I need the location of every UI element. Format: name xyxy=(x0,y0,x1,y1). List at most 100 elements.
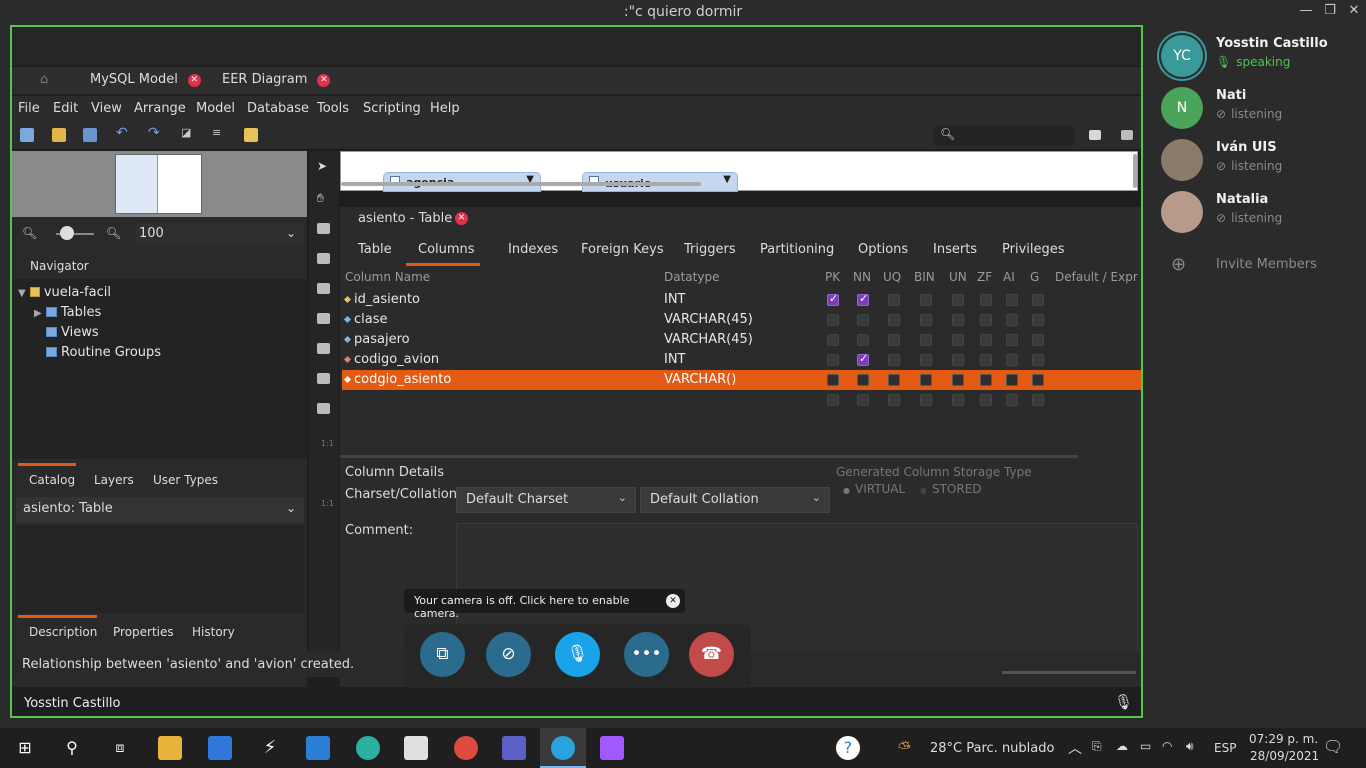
flag-checkbox[interactable] xyxy=(827,394,839,406)
flag-checkbox[interactable] xyxy=(888,314,900,326)
column-name-cell[interactable]: codgio_asiento xyxy=(354,372,451,387)
menu-view[interactable]: View xyxy=(91,101,122,116)
tab-catalog[interactable]: Catalog xyxy=(29,473,75,487)
camera-tooltip[interactable]: Your camera is off. Click here to enable… xyxy=(404,589,685,620)
weather-text[interactable]: 28°C Parc. nublado xyxy=(930,741,1054,756)
flag-checkbox[interactable] xyxy=(1006,334,1018,346)
tab-eer-diagram[interactable]: EER Diagram ✕ xyxy=(222,72,331,92)
flag-checkbox[interactable] xyxy=(952,314,964,326)
teams-icon[interactable] xyxy=(502,736,526,760)
vertical-scrollbar[interactable] xyxy=(1133,154,1137,188)
column-name-cell[interactable]: id_asiento xyxy=(354,292,420,307)
hangup-button[interactable]: ☎︎ xyxy=(689,632,734,677)
flag-checkbox[interactable] xyxy=(1032,394,1044,406)
column-name-cell[interactable]: clase xyxy=(354,312,388,327)
undo-icon[interactable]: ↶ xyxy=(116,125,130,141)
relationship-1-1-icon[interactable]: 1:1 xyxy=(321,439,334,448)
editor-tab-title[interactable]: asiento - Table xyxy=(358,211,452,226)
flag-checkbox[interactable] xyxy=(980,314,992,326)
file-explorer-icon[interactable] xyxy=(158,736,182,760)
description-area[interactable] xyxy=(16,525,304,613)
flag-checkbox[interactable] xyxy=(1032,314,1044,326)
flag-checkbox[interactable] xyxy=(857,334,869,346)
flag-checkbox[interactable] xyxy=(920,354,932,366)
header-bin[interactable]: BIN xyxy=(914,270,935,284)
hand-icon[interactable]: ✋︎ xyxy=(317,191,330,206)
flag-checkbox[interactable] xyxy=(920,294,932,306)
menu-help[interactable]: Help xyxy=(430,101,460,116)
table-icon[interactable] xyxy=(317,343,330,354)
align-icon[interactable]: ≡ xyxy=(212,126,226,140)
datatype-cell[interactable]: INT xyxy=(664,352,686,367)
subtab-columns[interactable]: Columns xyxy=(418,242,475,257)
flag-checkbox[interactable] xyxy=(980,354,992,366)
table-row[interactable]: pasajero VARCHAR(45) xyxy=(342,330,1141,350)
chevron-down-icon[interactable]: ▼ xyxy=(723,174,731,185)
flag-checkbox[interactable] xyxy=(857,292,869,306)
flag-checkbox[interactable] xyxy=(980,394,992,406)
new-model-icon[interactable] xyxy=(20,128,34,142)
header-default[interactable]: Default / Expr xyxy=(1055,270,1138,284)
eraser-icon[interactable] xyxy=(317,223,330,234)
wifi-icon[interactable]: ◠ xyxy=(1162,739,1172,753)
member-item[interactable]: N Nati ⊘ listening xyxy=(1161,87,1351,133)
flag-checkbox[interactable] xyxy=(920,314,932,326)
flag-checkbox[interactable] xyxy=(1006,314,1018,326)
minimap-viewport[interactable] xyxy=(116,155,158,213)
save-icon[interactable] xyxy=(83,128,97,142)
tree-schema[interactable]: ▼ vuela-facil xyxy=(18,285,111,300)
flag-checkbox[interactable] xyxy=(1006,394,1018,406)
header-ai[interactable]: AI xyxy=(1003,270,1015,284)
datatype-cell[interactable]: VARCHAR(45) xyxy=(664,312,753,327)
flag-checkbox[interactable] xyxy=(1032,294,1044,306)
table-row[interactable] xyxy=(342,390,1141,410)
invite-members-button[interactable]: Invite Members xyxy=(1216,257,1317,272)
bolt-app-icon[interactable]: ⚡︎ xyxy=(258,736,282,760)
tab-history[interactable]: History xyxy=(192,625,235,639)
tree-item-views[interactable]: Views xyxy=(46,325,99,340)
pointer-icon[interactable]: ➤ xyxy=(317,159,330,173)
table-row[interactable]: codigo_avion INT xyxy=(342,350,1141,370)
subtab-table[interactable]: Table xyxy=(358,242,392,257)
task-view-icon[interactable]: ⧈ xyxy=(108,736,132,760)
help-icon[interactable]: ? xyxy=(836,736,860,760)
menu-edit[interactable]: Edit xyxy=(53,101,78,116)
note-icon[interactable] xyxy=(317,283,330,294)
flag-checkbox[interactable] xyxy=(1032,334,1044,346)
flag-checkbox[interactable] xyxy=(980,374,992,386)
table-row[interactable]: clase VARCHAR(45) xyxy=(342,310,1141,330)
close-icon[interactable]: ✕ xyxy=(666,594,680,608)
battery-icon[interactable]: ▭ xyxy=(1140,739,1151,753)
radio-virtual[interactable]: ● VIRTUAL xyxy=(843,482,905,496)
edge-beta-icon[interactable] xyxy=(356,736,380,760)
header-zf[interactable]: ZF xyxy=(977,270,992,284)
flag-checkbox[interactable] xyxy=(952,394,964,406)
table-row[interactable]: codgio_asiento VARCHAR() xyxy=(342,370,1141,390)
tab-description[interactable]: Description xyxy=(29,625,97,639)
flag-checkbox[interactable] xyxy=(980,334,992,346)
flag-checkbox[interactable] xyxy=(1006,354,1018,366)
flag-checkbox[interactable] xyxy=(1006,294,1018,306)
header-datatype[interactable]: Datatype xyxy=(664,270,719,284)
layer-icon[interactable] xyxy=(317,253,330,264)
flag-checkbox[interactable] xyxy=(888,294,900,306)
subtab-privileges[interactable]: Privileges xyxy=(1002,242,1065,257)
clock-date[interactable]: 28/09/2021 xyxy=(1250,749,1319,763)
flag-checkbox[interactable] xyxy=(952,334,964,346)
image-icon[interactable] xyxy=(317,313,330,324)
tab-mysql-model[interactable]: MySQL Model ✕ xyxy=(90,72,201,92)
subtab-triggers[interactable]: Triggers xyxy=(684,242,736,257)
subtab-inserts[interactable]: Inserts xyxy=(933,242,977,257)
home-icon[interactable]: ⌂ xyxy=(40,72,48,92)
menu-file[interactable]: File xyxy=(18,101,40,116)
close-tab-icon[interactable]: ✕ xyxy=(317,74,331,87)
member-item[interactable]: YC Yosstin Castillo 🎙︎ speaking xyxy=(1161,35,1351,81)
telegram-active-slot[interactable] xyxy=(540,728,586,768)
open-icon[interactable] xyxy=(52,128,66,142)
toggle-sidebar-icon[interactable] xyxy=(1089,130,1101,140)
subtab-foreign-keys[interactable]: Foreign Keys xyxy=(581,242,664,257)
volume-icon[interactable]: 🔊︎ xyxy=(1186,739,1194,754)
search-icon[interactable]: ⚲ xyxy=(60,736,84,760)
subtab-options[interactable]: Options xyxy=(858,242,908,257)
flag-checkbox[interactable] xyxy=(888,374,900,386)
